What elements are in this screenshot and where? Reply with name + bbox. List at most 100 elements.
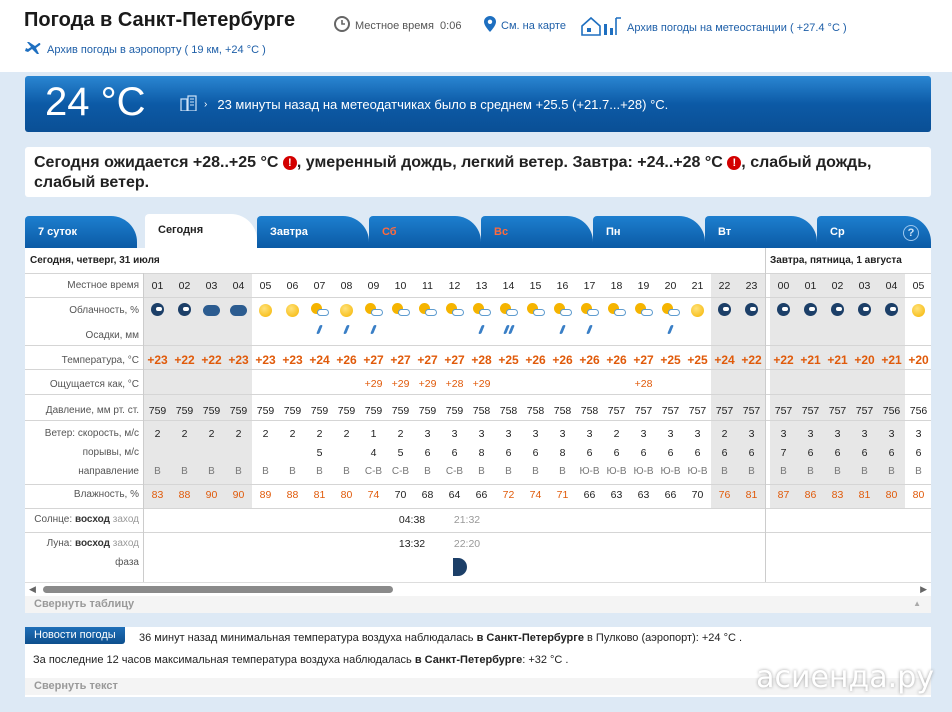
direction-cell: В [154,466,161,477]
hour-cell: 01 [804,280,817,292]
humidity-cell: 81 [313,489,326,501]
hour-cell: 03 [205,280,218,292]
temperature-cell: +25 [687,353,708,367]
collapse-table-button[interactable]: Свернуть таблицу ▲ [25,596,931,613]
row-divider [25,273,931,274]
direction-cell: С-В [391,466,410,477]
map-link[interactable]: См. на карте [501,20,566,32]
partly-cloudy-icon [310,303,329,316]
moon-icon [804,303,817,316]
hour-cell: 06 [286,280,299,292]
help-icon[interactable]: ? [903,225,919,241]
temperature-cell: +24 [714,353,735,367]
label-temperature: Температура, °C [61,355,139,366]
tab-saturday[interactable]: Сб [369,216,481,248]
sky-cell [797,303,824,319]
hour-cell: 04 [232,280,245,292]
sky-cell [414,303,441,319]
direction-cell: Ю-В [687,466,708,477]
humidity-cell: 90 [232,489,245,501]
pressure-cell: 757 [828,405,847,417]
tab-tomorrow[interactable]: Завтра [257,216,369,248]
hour-cell: 19 [637,280,650,292]
sky-cell [878,303,905,319]
tab-today[interactable]: Сегодня [145,214,257,248]
tab-7-days[interactable]: 7 суток [25,216,137,248]
hour-cell: 22 [718,280,731,292]
warning-icon[interactable]: ! [282,156,297,170]
label-gusts: порывы, м/с [82,447,139,458]
current-temperature: 24 °C [45,80,146,124]
temperature-cell: +21 [881,353,902,367]
table-scrollbar[interactable]: ◀ ▶ [25,582,931,596]
direction-cell: Ю-В [606,466,627,477]
humidity-cell: 74 [529,489,542,501]
page-title: Погода в Санкт-Петербурге [24,9,296,31]
local-time-value: 0:06 [440,19,462,32]
tab-monday[interactable]: Пн [593,216,705,248]
news1-tail: в Пулково (аэропорт): +24 °C . [587,632,743,644]
humidity-cell: 72 [502,489,515,501]
moon-icon [831,303,844,316]
pressure-cell: 759 [364,405,383,417]
temperature-cell: +20 [854,353,875,367]
direction-cell: В [861,466,868,477]
direction-cell: Ю-В [660,466,681,477]
humidity-cell: 88 [286,489,299,501]
wind-cell: 2 [316,428,323,440]
wind-cell: 2 [154,428,161,440]
scroll-left-icon[interactable]: ◀ [29,584,36,595]
airport-archive-link[interactable]: Архив погоды в аэропорту ( 19 км, +24 °C… [47,44,266,56]
feels-like-cell: +28 [445,378,464,390]
hour-cell: 03 [858,280,871,292]
gust-cell: 5 [397,447,404,459]
humidity-cell: 66 [583,489,596,501]
gust-cell: 8 [478,447,485,459]
rain-drops-icon [657,325,684,337]
gust-cell: 6 [640,447,647,459]
direction-cell: В [721,466,728,477]
wind-cell: 3 [780,428,787,440]
pressure-cell: 759 [337,405,356,417]
moon-icon [745,303,758,316]
gust-cell: 6 [451,447,458,459]
wind-cell: 2 [235,428,242,440]
gust-cell: 6 [721,447,728,459]
tab-tuesday[interactable]: Вт [705,216,817,248]
warning-icon[interactable]: ! [727,156,742,170]
wind-cell: 2 [343,428,350,440]
pressure-cell: 757 [661,405,680,417]
sky-cell [711,303,738,319]
station-archive-link[interactable]: Архив погоды на метеостанции ( +27.4 °C … [627,22,847,34]
humidity-cell: 81 [745,489,758,501]
news1-city: в Санкт-Петербурге [476,632,584,644]
row-divider [25,508,931,509]
map-link-wrap[interactable]: См. на карте [484,16,566,35]
tab-wednesday[interactable]: Ср ? [817,216,931,248]
direction-cell: В [748,466,755,477]
wind-cell: 3 [834,428,841,440]
rain-drops-icon [360,325,387,337]
humidity-cell: 87 [777,489,790,501]
hour-cell: 15 [529,280,542,292]
temperature-cell: +25 [660,353,681,367]
pressure-cell: 756 [882,405,901,417]
gust-cell: 6 [613,447,620,459]
sky-cell [657,303,684,319]
tab-sunday[interactable]: Вс [481,216,593,248]
sky-cell [738,303,765,319]
sunset-time: 21:32 [453,514,481,526]
pressure-cell: 759 [229,405,248,417]
buildings-icon [180,95,198,114]
humidity-cell: 64 [448,489,461,501]
moon-icon [885,303,898,316]
scroll-right-icon[interactable]: ▶ [920,584,927,595]
sunrise-time: 04:38 [398,514,426,526]
gust-cell: 6 [888,447,895,459]
station-archive-wrap[interactable]: Архив погоды на метеостанции ( +27.4 °C … [580,16,847,39]
humidity-cell: 70 [394,489,407,501]
sky-cell [144,303,171,319]
scrollbar-thumb[interactable] [43,586,393,593]
row-divider [25,484,931,485]
airport-archive-wrap[interactable]: Архив погоды в аэропорту ( 19 км, +24 °C… [24,41,266,58]
